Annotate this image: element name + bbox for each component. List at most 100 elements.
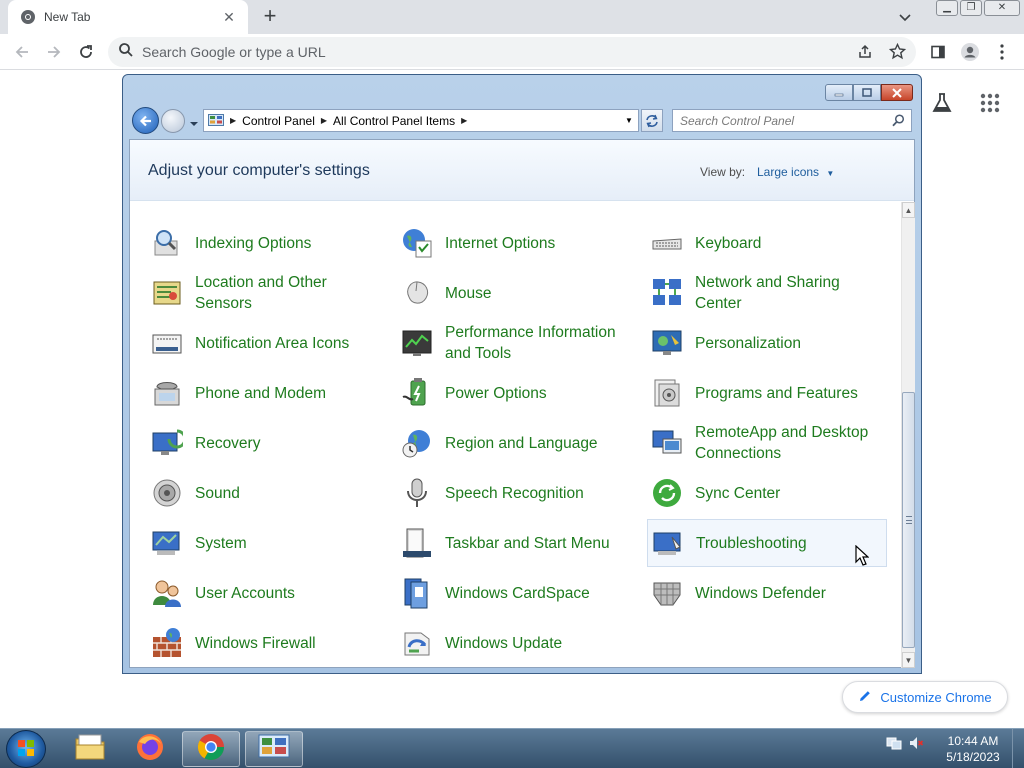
omnibox-input[interactable] <box>142 44 822 60</box>
taskbar-control-panel-button[interactable] <box>245 731 303 767</box>
cp-item-personalization[interactable]: Personalization <box>647 319 887 367</box>
share-icon[interactable] <box>857 44 873 65</box>
list-item[interactable]: iSCSI <box>649 202 879 208</box>
cp-item-taskbar-start-menu[interactable]: Taskbar and Start Menu <box>397 519 637 567</box>
tab-search-chevron-icon[interactable] <box>895 7 915 27</box>
scroll-up-arrow-icon[interactable]: ▲ <box>902 202 915 218</box>
cp-item-troubleshooting[interactable]: Troubleshooting <box>647 519 887 567</box>
control-panel-search-box[interactable] <box>672 109 912 132</box>
bookmark-star-icon[interactable] <box>888 42 907 65</box>
cp-item-remoteapp[interactable]: RemoteApp and Desktop Connections <box>647 419 887 467</box>
cp-item-region-language[interactable]: Region and Language <box>397 419 637 467</box>
control-panel-icon <box>258 733 290 766</box>
explorer-forward-button[interactable] <box>161 109 185 133</box>
chrome-labs-flask-icon[interactable] <box>930 91 954 115</box>
new-tab-button[interactable]: + <box>258 5 282 29</box>
recent-pages-chevron-icon[interactable] <box>189 116 199 126</box>
scrollbar-thumb[interactable] <box>902 392 915 648</box>
explorer-back-button[interactable] <box>132 107 159 134</box>
cp-item-system[interactable]: System <box>147 519 387 567</box>
cp-item-mouse[interactable]: Mouse <box>397 269 637 317</box>
side-panel-icon[interactable] <box>926 40 950 64</box>
reload-icon[interactable] <box>74 40 98 64</box>
programs-features-icon <box>651 377 683 409</box>
taskbar-chrome-button[interactable] <box>182 731 240 767</box>
breadcrumb-control-panel[interactable]: Control Panel <box>238 114 319 128</box>
cp-item-recovery[interactable]: Recovery <box>147 419 387 467</box>
region-language-icon <box>401 427 433 459</box>
list-item[interactable] <box>149 202 379 208</box>
cp-item-label: Speech Recognition <box>445 484 584 502</box>
cp-item-network[interactable]: Network and Sharing Center <box>647 269 887 317</box>
control-panel-content: Adjust your computer's settings View by:… <box>129 139 915 668</box>
cp-item-internet-options[interactable]: Internet Options <box>397 219 637 267</box>
cp-item-location-sensors[interactable]: Location and Other Sensors <box>147 269 387 317</box>
search-icon <box>118 42 134 63</box>
volume-muted-icon[interactable] <box>908 735 924 751</box>
window-close-button[interactable] <box>881 84 913 101</box>
indexing-icon <box>151 227 183 259</box>
browser-minimize-button[interactable]: ▁ <box>936 0 958 16</box>
breadcrumb-separator-icon[interactable]: ▶ <box>228 116 238 125</box>
cp-item-cardspace[interactable]: Windows CardSpace <box>397 569 637 617</box>
page-title: Adjust your computer's settings <box>148 162 370 179</box>
cp-item-label: Windows Firewall <box>195 634 316 652</box>
taskbar-explorer-button[interactable] <box>61 731 119 767</box>
taskbar-clock[interactable]: 10:44 AM 5/18/2023 <box>940 733 1006 765</box>
kebab-menu-icon[interactable] <box>990 40 1014 64</box>
network-icon <box>651 277 683 309</box>
google-apps-grid-icon[interactable] <box>980 93 1000 113</box>
customize-chrome-button[interactable]: Customize Chrome <box>842 681 1008 713</box>
address-dropdown-icon[interactable]: ▼ <box>620 110 638 131</box>
list-item[interactable]: Intel <box>399 202 629 208</box>
view-by-dropdown[interactable]: Large icons ▼ <box>757 165 834 179</box>
mouse-pointer-icon <box>855 544 870 567</box>
cp-item-defender[interactable]: Windows Defender <box>647 569 887 617</box>
cp-item-programs-features[interactable]: Programs and Features <box>647 369 887 417</box>
back-arrow-icon[interactable] <box>10 40 34 64</box>
show-desktop-button[interactable] <box>1012 729 1024 768</box>
cp-item-notification-area[interactable]: Notification Area Icons <box>147 319 387 367</box>
cp-item-label: Troubleshooting <box>696 534 807 552</box>
cp-item-speech-recognition[interactable]: Speech Recognition <box>397 469 637 517</box>
tab-new-tab[interactable]: New Tab ✕ <box>8 0 248 34</box>
cp-item-label: Indexing Options <box>195 234 312 252</box>
cp-item-firewall[interactable]: Windows Firewall <box>147 619 387 667</box>
vertical-scrollbar[interactable]: ▲ ▼ <box>901 202 915 668</box>
cp-item-user-accounts[interactable]: User Accounts <box>147 569 387 617</box>
taskbar-firefox-button[interactable] <box>121 731 179 767</box>
chrome-favicon-icon <box>20 9 36 25</box>
browser-close-button[interactable]: ✕ <box>984 0 1020 16</box>
tab-close-icon[interactable]: ✕ <box>220 9 238 26</box>
cp-item-performance[interactable]: Performance Information and Tools <box>397 319 637 367</box>
cp-item-phone-modem[interactable]: Phone and Modem <box>147 369 387 417</box>
chrome-icon <box>196 732 226 767</box>
firefox-icon <box>135 732 165 767</box>
remoteapp-icon <box>651 427 683 459</box>
breadcrumb-separator-icon[interactable]: ▶ <box>459 116 469 125</box>
cp-item-windows-update[interactable]: Windows Update <box>397 619 637 667</box>
pencil-icon <box>858 689 872 706</box>
cp-item-power-options[interactable]: Power Options <box>397 369 637 417</box>
scroll-down-arrow-icon[interactable]: ▼ <box>902 652 915 668</box>
omnibox[interactable] <box>108 37 916 67</box>
window-maximize-button[interactable] <box>853 84 881 101</box>
address-bar[interactable]: ▶ Control Panel ▶ All Control Panel Item… <box>203 109 639 132</box>
cp-item-label: Notification Area Icons <box>195 334 350 352</box>
browser-restore-button[interactable]: ❐ <box>960 0 982 16</box>
cp-item-sound[interactable]: Sound <box>147 469 387 517</box>
breadcrumb-separator-icon[interactable]: ▶ <box>319 116 329 125</box>
cp-item-keyboard[interactable]: Keyboard <box>647 219 887 267</box>
cp-item-indexing[interactable]: Indexing Options <box>147 219 387 267</box>
cp-item-sync-center[interactable]: Sync Center <box>647 469 887 517</box>
forward-arrow-icon[interactable] <box>42 40 66 64</box>
profile-avatar-icon[interactable] <box>958 40 982 64</box>
window-minimize-button[interactable] <box>825 84 853 101</box>
network-tray-icon[interactable] <box>886 735 902 751</box>
control-panel-search-input[interactable] <box>680 113 890 128</box>
explorer-refresh-button[interactable] <box>641 109 663 132</box>
breadcrumb-all-items[interactable]: All Control Panel Items <box>329 114 459 128</box>
start-button[interactable] <box>6 730 46 768</box>
recovery-icon <box>151 427 187 459</box>
search-icon[interactable] <box>892 114 905 132</box>
